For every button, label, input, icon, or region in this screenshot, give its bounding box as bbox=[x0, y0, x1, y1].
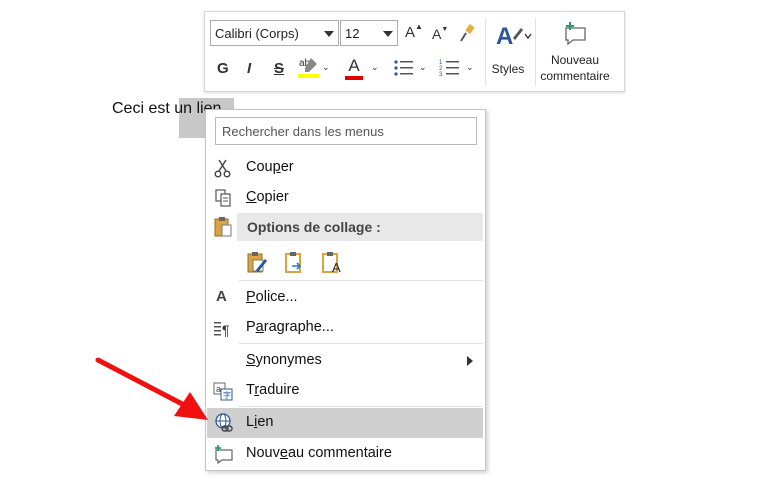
menu-item-link-label: Lien bbox=[246, 414, 274, 430]
grow-font-button[interactable]: A▲ bbox=[405, 22, 423, 41]
bold-button[interactable]: G bbox=[217, 60, 229, 77]
menu-item-paragraph-label: Paragraphe... bbox=[246, 319, 334, 335]
menu-separator bbox=[239, 343, 483, 344]
clipboard-icon bbox=[214, 217, 232, 237]
font-size-value: 12 bbox=[345, 26, 360, 41]
chevron-down-icon[interactable]: ⌄ bbox=[371, 62, 379, 73]
menu-item-new-comment[interactable]: Nouveau commentaire bbox=[206, 439, 485, 469]
menu-item-link[interactable]: Lien bbox=[207, 408, 483, 438]
highlight-button[interactable]: ab bbox=[297, 54, 321, 84]
shrink-font-icon: A bbox=[432, 26, 442, 42]
menu-item-font[interactable]: A Police... bbox=[206, 283, 485, 313]
font-size-combo[interactable]: 12 bbox=[340, 20, 398, 46]
chevron-down-icon[interactable] bbox=[324, 31, 334, 37]
chevron-down-icon[interactable] bbox=[383, 31, 393, 37]
svg-text:A: A bbox=[332, 260, 341, 274]
chevron-down-icon[interactable]: ⌄ bbox=[322, 62, 330, 73]
font-color-swatch bbox=[345, 76, 363, 80]
menu-item-synonyms[interactable]: Synonymes bbox=[206, 346, 485, 376]
format-painter-icon bbox=[460, 24, 475, 42]
new-comment-icon bbox=[565, 22, 586, 46]
numbered-list-icon: 1 2 3 bbox=[439, 60, 459, 78]
new-comment-icon bbox=[215, 445, 233, 464]
paste-merge-formatting-button[interactable] bbox=[284, 250, 306, 274]
paste-keep-source-formatting-icon bbox=[247, 252, 267, 273]
menu-item-translate[interactable]: a 字 Traduire bbox=[206, 376, 485, 406]
menu-separator bbox=[239, 406, 483, 407]
numbering-button[interactable]: 1 2 3 bbox=[439, 58, 461, 82]
document-text-plain: Ceci est bbox=[112, 100, 175, 117]
styles-icon: A bbox=[496, 23, 532, 50]
shrink-font-button[interactable]: A▼ bbox=[432, 26, 448, 42]
styles-button[interactable]: A bbox=[493, 20, 533, 56]
font-color-button[interactable]: A bbox=[345, 56, 363, 80]
menu-item-font-label: Police... bbox=[246, 289, 298, 305]
scissors-icon bbox=[214, 159, 231, 178]
shrink-caret-icon: ▼ bbox=[441, 26, 449, 33]
strikethrough-button[interactable]: S bbox=[274, 60, 284, 77]
annotation-arrow bbox=[95, 357, 208, 420]
bullet-list-icon bbox=[394, 60, 413, 76]
new-comment-label: Nouveau commentaire bbox=[536, 52, 614, 84]
paste-keep-formatting-button[interactable] bbox=[246, 250, 268, 274]
new-comment-button[interactable] bbox=[560, 20, 590, 50]
svg-text:A: A bbox=[496, 23, 513, 50]
toolbar-divider bbox=[485, 18, 486, 86]
chevron-down-icon[interactable]: ⌄ bbox=[419, 62, 427, 73]
new-comment-label-line2: commentaire bbox=[540, 69, 610, 83]
new-comment-label-line1: Nouveau bbox=[550, 53, 600, 67]
highlight-pen-icon: ab bbox=[298, 58, 319, 78]
context-menu: Rechercher dans les menus Couper Copier … bbox=[205, 109, 486, 471]
paragraph-icon: ¶ bbox=[214, 322, 230, 338]
submenu-arrow-icon bbox=[467, 356, 473, 366]
svg-text:3: 3 bbox=[439, 72, 443, 78]
paste-options-header-label: Options de collage : bbox=[247, 219, 381, 235]
font-color-letter: A bbox=[348, 56, 360, 75]
menu-item-paragraph[interactable]: ¶ Paragraphe... bbox=[206, 313, 485, 343]
menu-item-new-comment-label: Nouveau commentaire bbox=[246, 445, 392, 461]
menu-separator bbox=[239, 280, 483, 281]
font-name-combo[interactable]: Calibri (Corps) bbox=[210, 20, 339, 46]
menu-search-input[interactable]: Rechercher dans les menus bbox=[215, 117, 477, 145]
menu-item-copy[interactable]: Copier bbox=[206, 183, 485, 213]
menu-item-copy-label: Copier bbox=[246, 189, 289, 205]
menu-item-cut-label: Couper bbox=[246, 159, 294, 175]
grow-font-icon: A bbox=[405, 24, 416, 41]
bullets-button[interactable] bbox=[393, 58, 415, 82]
mini-toolbar: Calibri (Corps) 12 A▲ A▼ A Styles Nouvea… bbox=[204, 11, 625, 92]
menu-item-synonyms-label: Synonymes bbox=[246, 352, 322, 368]
grow-caret-icon: ▲ bbox=[415, 22, 423, 31]
paste-options-header: Options de collage : bbox=[237, 213, 483, 241]
format-painter-button[interactable] bbox=[457, 22, 477, 48]
copy-icon bbox=[215, 189, 231, 207]
paste-text-only-icon: A bbox=[322, 252, 341, 275]
menu-item-translate-label: Traduire bbox=[246, 382, 300, 398]
paste-text-only-button[interactable]: A bbox=[321, 250, 345, 275]
font-name-value: Calibri (Corps) bbox=[215, 26, 299, 41]
italic-button[interactable]: I bbox=[247, 60, 251, 77]
svg-text:字: 字 bbox=[223, 390, 231, 400]
styles-label: Styles bbox=[491, 62, 525, 76]
menu-item-cut[interactable]: Couper bbox=[206, 153, 485, 183]
svg-text:¶: ¶ bbox=[222, 322, 230, 338]
chevron-down-icon[interactable]: ⌄ bbox=[466, 62, 474, 73]
paste-merge-formatting-icon bbox=[285, 252, 302, 273]
font-a-icon: A bbox=[216, 288, 227, 305]
